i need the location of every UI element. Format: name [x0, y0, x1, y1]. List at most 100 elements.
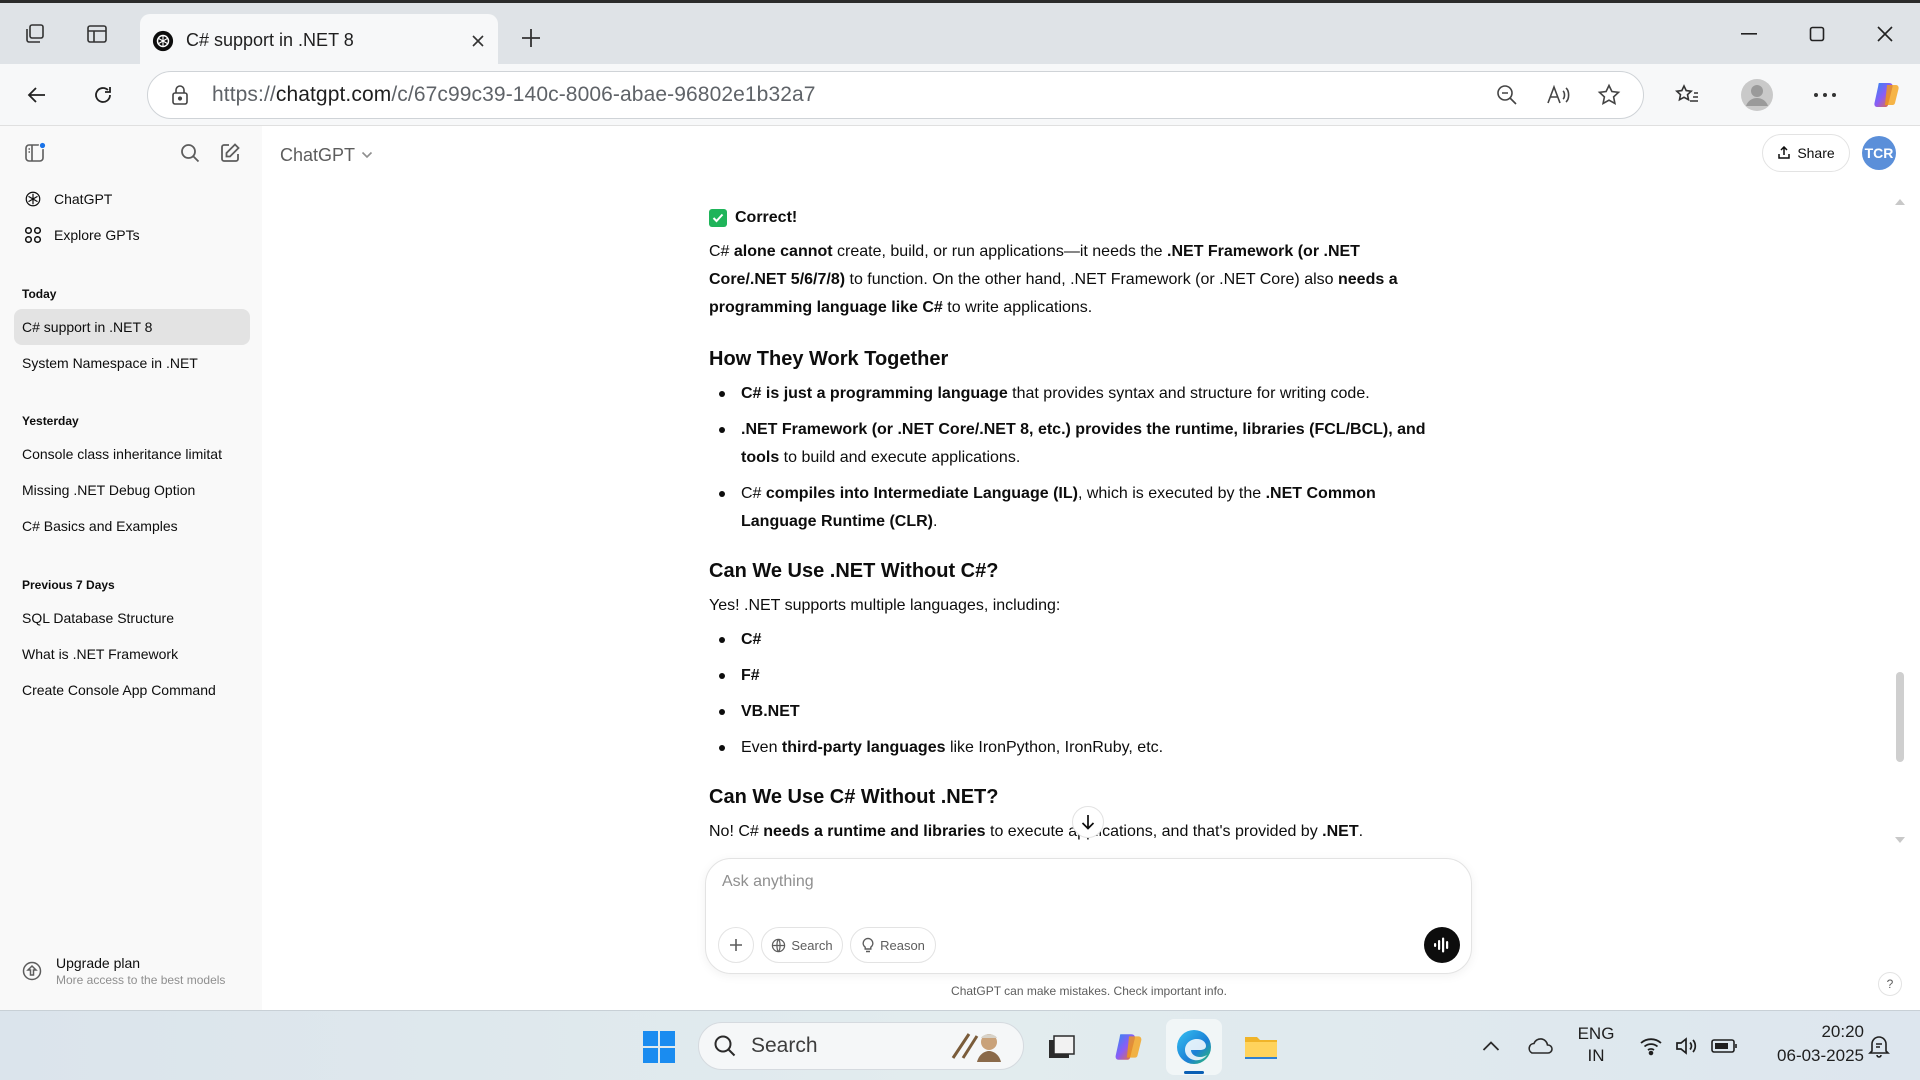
- taskbar-search-box[interactable]: Search: [698, 1022, 1024, 1070]
- vertical-tabs-icon[interactable]: [80, 17, 114, 51]
- correct-label: Correct!: [735, 209, 798, 226]
- tab-title: C# support in .NET 8: [186, 30, 354, 50]
- onedrive-cloud-icon[interactable]: [1522, 1031, 1556, 1061]
- volume-icon[interactable]: [1672, 1031, 1702, 1061]
- list-item: F#: [709, 662, 1429, 690]
- maximize-icon[interactable]: [1794, 17, 1840, 51]
- history-item[interactable]: Console class inheritance limitat: [14, 436, 250, 472]
- list-item: Even third-party languages like IronPyth…: [709, 734, 1429, 762]
- notifications-icon[interactable]: [1864, 1031, 1894, 1061]
- language-indicator[interactable]: ENG IN: [1570, 1023, 1622, 1067]
- address-bar[interactable]: https://chatgpt.com/c/67c99c39-140c-8006…: [147, 71, 1644, 119]
- help-button[interactable]: ?: [1878, 972, 1902, 996]
- chatgpt-logo-icon: [24, 190, 42, 208]
- chevron-down-icon: [361, 151, 373, 159]
- arrow-down-icon: [1081, 814, 1095, 830]
- runtime-paragraph: No! C# needs a runtime and libraries to …: [709, 823, 1364, 840]
- history-item[interactable]: System Namespace in .NET: [14, 345, 250, 381]
- sidebar-item-chatgpt[interactable]: ChatGPT: [14, 182, 250, 216]
- assistant-message: Correct! C# alone cannot create, build, …: [709, 206, 1429, 846]
- reason-toggle-label: Reason: [880, 937, 925, 953]
- share-label: Share: [1797, 145, 1835, 161]
- search-icon: [713, 1034, 737, 1058]
- battery-icon[interactable]: [1708, 1031, 1742, 1061]
- refresh-icon[interactable]: [84, 78, 122, 112]
- task-view-icon[interactable]: [1040, 1026, 1082, 1068]
- active-app-indicator: [1184, 1071, 1204, 1074]
- section-heading-today: Today: [22, 287, 57, 301]
- model-name: ChatGPT: [280, 144, 356, 165]
- reason-toggle-button[interactable]: Reason: [850, 927, 936, 963]
- languages-intro: Yes! .NET supports multiple languages, i…: [709, 597, 1061, 614]
- history-item[interactable]: C# support in .NET 8: [14, 309, 250, 345]
- section-heading-yesterday: Yesterday: [22, 414, 79, 428]
- scrollbar-thumb[interactable]: [1896, 672, 1904, 762]
- history-item[interactable]: SQL Database Structure: [14, 600, 250, 636]
- profile-icon[interactable]: [1738, 76, 1776, 114]
- taskbar-search-label: Search: [751, 1034, 818, 1057]
- history-item[interactable]: Missing .NET Debug Option: [14, 472, 250, 508]
- list-item: VB.NET: [709, 698, 1429, 726]
- search-toggle-label: Search: [791, 937, 833, 953]
- share-button[interactable]: Share: [1762, 134, 1850, 172]
- sidebar-item-explore-gpts[interactable]: Explore GPTs: [14, 218, 250, 252]
- history-item[interactable]: Create Console App Command: [14, 672, 250, 708]
- history-item[interactable]: What is .NET Framework: [14, 636, 250, 672]
- list-item: C#: [709, 626, 1429, 654]
- model-selector[interactable]: ChatGPT: [280, 140, 373, 170]
- grid-icon: [24, 226, 42, 244]
- upgrade-subtitle: More access to the best models: [56, 973, 226, 987]
- heading-how-they-work: How They Work Together: [709, 348, 949, 370]
- read-aloud-icon[interactable]: [1545, 83, 1571, 107]
- more-options-icon[interactable]: [1806, 78, 1844, 112]
- share-icon: [1777, 146, 1791, 160]
- system-clock[interactable]: 20:20 06-03-2025: [1754, 1020, 1864, 1068]
- voice-mode-button[interactable]: [1424, 927, 1460, 963]
- list-item: C# is just a programming language that p…: [709, 380, 1429, 408]
- languages-list: C# F# VB.NET Even third-party languages …: [709, 626, 1429, 762]
- clock-time: 20:20: [1821, 1022, 1864, 1041]
- page-scrollbar[interactable]: [1892, 198, 1906, 844]
- wifi-icon[interactable]: [1636, 1031, 1666, 1061]
- show-hidden-icons-icon[interactable]: [1476, 1031, 1506, 1061]
- list-item: C# compiles into Intermediate Language (…: [709, 480, 1429, 536]
- back-icon[interactable]: [18, 78, 56, 112]
- heading-csharp-without-net: Can We Use C# Without .NET?: [709, 786, 999, 808]
- copilot-icon[interactable]: [1868, 76, 1906, 114]
- search-chats-icon[interactable]: [175, 138, 205, 168]
- lock-icon[interactable]: [170, 84, 190, 106]
- workspaces-icon[interactable]: [18, 17, 52, 51]
- file-explorer-icon[interactable]: [1240, 1026, 1282, 1068]
- scroll-up-arrow-icon[interactable]: [1894, 198, 1906, 206]
- zoom-out-icon[interactable]: [1495, 83, 1519, 107]
- attach-button[interactable]: [718, 927, 754, 963]
- sidebar-toggle-icon[interactable]: [20, 138, 50, 168]
- new-tab-icon[interactable]: [514, 21, 548, 55]
- heading-net-without-csharp: Can We Use .NET Without C#?: [709, 560, 999, 582]
- minimize-icon[interactable]: [1726, 17, 1772, 51]
- scroll-to-bottom-button[interactable]: [1072, 806, 1104, 838]
- chatgpt-favicon-icon: [152, 30, 174, 52]
- scroll-down-arrow-icon[interactable]: [1894, 836, 1906, 844]
- disclaimer-text: ChatGPT can make mistakes. Check importa…: [951, 984, 1227, 998]
- favorites-list-icon[interactable]: [1668, 78, 1706, 112]
- avatar[interactable]: TCR: [1862, 136, 1896, 170]
- upgrade-plan-button[interactable]: Upgrade plan More access to the best mod…: [14, 946, 250, 996]
- voice-waveform-icon: [1433, 937, 1451, 953]
- url-text[interactable]: https://chatgpt.com/c/67c99c39-140c-8006…: [212, 83, 816, 107]
- checkmark-icon: [709, 209, 727, 227]
- active-tab[interactable]: C# support in .NET 8: [140, 14, 498, 67]
- windows-start-icon[interactable]: [638, 1026, 680, 1068]
- copilot-app-icon[interactable]: [1108, 1026, 1150, 1068]
- close-window-icon[interactable]: [1862, 17, 1908, 51]
- history-item[interactable]: C# Basics and Examples: [14, 508, 250, 544]
- prompt-input[interactable]: [722, 873, 1422, 891]
- close-tab-icon[interactable]: [458, 21, 498, 61]
- windows-taskbar: Search ENG IN: [0, 1010, 1920, 1080]
- new-chat-icon[interactable]: [215, 138, 245, 168]
- upgrade-icon: [22, 961, 42, 981]
- together-list: C# is just a programming language that p…: [709, 380, 1429, 536]
- edge-browser-icon[interactable]: [1166, 1019, 1222, 1075]
- favorite-star-icon[interactable]: [1597, 83, 1621, 107]
- search-toggle-button[interactable]: Search: [761, 927, 843, 963]
